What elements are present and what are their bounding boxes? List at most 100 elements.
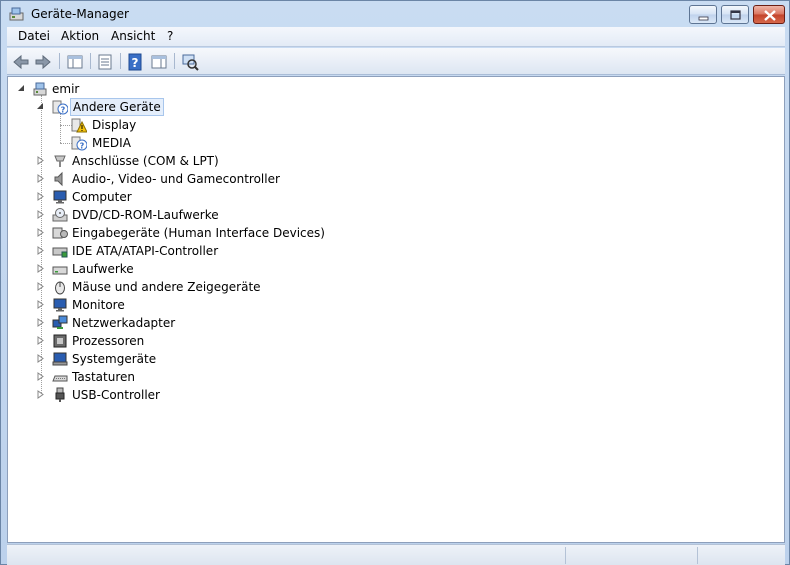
title-bar[interactable]: Geräte-Manager <box>1 1 789 27</box>
tree-item-label: Eingabegeräte (Human Interface Devices) <box>72 226 325 240</box>
toolbar: ? <box>7 48 785 75</box>
tree-item-label: IDE ATA/ATAPI-Controller <box>72 244 219 258</box>
scan-hardware-icon[interactable] <box>180 52 200 72</box>
processor-icon <box>53 334 67 348</box>
tree-root[interactable]: emir <box>8 80 778 98</box>
minimize-button[interactable] <box>689 5 717 24</box>
tree-item-label: Laufwerke <box>72 262 134 276</box>
expand-arrow-icon[interactable] <box>36 282 45 291</box>
svg-text:?: ? <box>80 142 85 151</box>
expand-arrow-icon[interactable] <box>36 228 45 237</box>
tree-item-label: Monitore <box>72 298 125 312</box>
close-button[interactable] <box>753 5 785 24</box>
menu-bar: Datei Aktion Ansicht ? <box>7 27 785 47</box>
toolbar-separator <box>120 53 121 69</box>
keyboard-icon <box>52 375 68 382</box>
expand-arrow-icon[interactable] <box>36 210 45 219</box>
device-manager-icon <box>9 7 24 21</box>
expand-arrow-icon[interactable] <box>36 354 45 363</box>
menu-help[interactable]: ? <box>162 29 178 45</box>
menu-ansicht[interactable]: Ansicht <box>106 29 160 45</box>
expand-arrow-icon[interactable] <box>36 390 45 399</box>
unknown-device-icon: ? <box>52 100 68 115</box>
unknown-device-icon: ? <box>71 136 87 151</box>
optical-drive-icon <box>52 208 68 222</box>
tree-item-label: Computer <box>72 190 132 204</box>
tree-item-prozessoren[interactable]: Prozessoren <box>8 332 778 350</box>
menu-datei[interactable]: Datei <box>13 29 55 45</box>
maximize-icon <box>730 10 741 20</box>
tree-item-label: MEDIA <box>92 136 131 150</box>
tree-item-dvd[interactable]: DVD/CD-ROM-Laufwerke <box>8 206 778 224</box>
tree-item-andere-geraete[interactable]: ? Andere Geräte <box>8 98 778 116</box>
minimize-icon <box>698 16 709 21</box>
tree-item-label: DVD/CD-ROM-Laufwerke <box>72 208 219 222</box>
toolbar-separator <box>174 53 175 69</box>
tree-item-laufwerke[interactable]: Laufwerke <box>8 260 778 278</box>
close-icon <box>764 10 776 21</box>
hid-icon <box>52 227 68 239</box>
usb-icon <box>55 387 65 402</box>
expand-arrow-icon[interactable] <box>36 372 45 381</box>
svg-text:?: ? <box>61 106 66 115</box>
tree-item-netzwerkadapter[interactable]: Netzwerkadapter <box>8 314 778 332</box>
tree-item-usb[interactable]: USB-Controller <box>8 386 778 404</box>
properties-icon[interactable] <box>95 52 115 72</box>
tree-item-maeuse[interactable]: Mäuse und andere Zeigegeräte <box>8 278 778 296</box>
tree-item-label: Andere Geräte <box>70 98 164 116</box>
expand-arrow-icon[interactable] <box>36 192 45 201</box>
expand-arrow-icon[interactable] <box>36 300 45 309</box>
tree-item-label: Anschlüsse (COM & LPT) <box>72 154 219 168</box>
help-icon[interactable]: ? <box>126 52 146 72</box>
expand-arrow-icon[interactable] <box>36 156 45 165</box>
speaker-icon <box>54 171 63 187</box>
mouse-icon <box>55 281 65 295</box>
tree-item-label: USB-Controller <box>72 388 160 402</box>
tree-item-systemgeraete[interactable]: Systemgeräte <box>8 350 778 368</box>
svg-text:?: ? <box>132 56 139 70</box>
monitor-icon <box>53 298 67 312</box>
collapse-arrow-icon[interactable] <box>36 102 45 111</box>
computer-icon <box>33 82 47 96</box>
maximize-button[interactable] <box>721 5 749 24</box>
device-manager-window: Geräte-Manager Datei Aktion Ansicht ? ? … <box>0 0 790 565</box>
toolbar-separator <box>59 53 60 69</box>
tree-item-label: Netzwerkadapter <box>72 316 176 330</box>
tree-item-label: Prozessoren <box>72 334 145 348</box>
warning-device-icon <box>71 118 87 133</box>
console-view-icon[interactable] <box>149 52 169 72</box>
system-device-icon <box>52 352 68 366</box>
status-bar <box>7 544 785 565</box>
tree-item-tastaturen[interactable]: Tastaturen <box>8 368 778 386</box>
menu-aktion[interactable]: Aktion <box>56 29 104 45</box>
expand-arrow-icon[interactable] <box>36 318 45 327</box>
back-icon[interactable] <box>11 52 31 72</box>
forward-icon[interactable] <box>33 52 53 72</box>
expand-arrow-icon[interactable] <box>36 174 45 183</box>
toolbar-separator <box>90 53 91 69</box>
device-tree[interactable]: emir ? Andere Geräte Display ? MEDIA Ans… <box>7 76 785 543</box>
tree-item-label: Systemgeräte <box>72 352 157 366</box>
tree-item-display[interactable]: Display <box>8 116 778 134</box>
tree-root-label: emir <box>52 82 80 96</box>
network-adapter-icon <box>52 315 68 329</box>
tree-item-media[interactable]: ? MEDIA <box>8 134 778 152</box>
tree-item-label: Display <box>92 118 137 132</box>
expand-arrow-icon[interactable] <box>36 336 45 345</box>
show-hide-tree-icon[interactable] <box>65 52 85 72</box>
tree-item-computer[interactable]: Computer <box>8 188 778 206</box>
status-cell <box>565 547 697 564</box>
expand-arrow-icon[interactable] <box>36 246 45 255</box>
port-icon <box>54 155 66 167</box>
tree-item-eingabegeraete[interactable]: Eingabegeräte (Human Interface Devices) <box>8 224 778 242</box>
disk-drive-icon <box>52 266 68 275</box>
window-title: Geräte-Manager <box>31 7 129 21</box>
tree-item-monitore[interactable]: Monitore <box>8 296 778 314</box>
ide-controller-icon <box>52 247 68 258</box>
tree-item-label: Audio-, Video- und Gamecontroller <box>72 172 280 186</box>
tree-item-anschluesse[interactable]: Anschlüsse (COM & LPT) <box>8 152 778 170</box>
collapse-arrow-icon[interactable] <box>17 84 26 93</box>
tree-item-audio[interactable]: Audio-, Video- und Gamecontroller <box>8 170 778 188</box>
expand-arrow-icon[interactable] <box>36 264 45 273</box>
tree-item-ide[interactable]: IDE ATA/ATAPI-Controller <box>8 242 778 260</box>
